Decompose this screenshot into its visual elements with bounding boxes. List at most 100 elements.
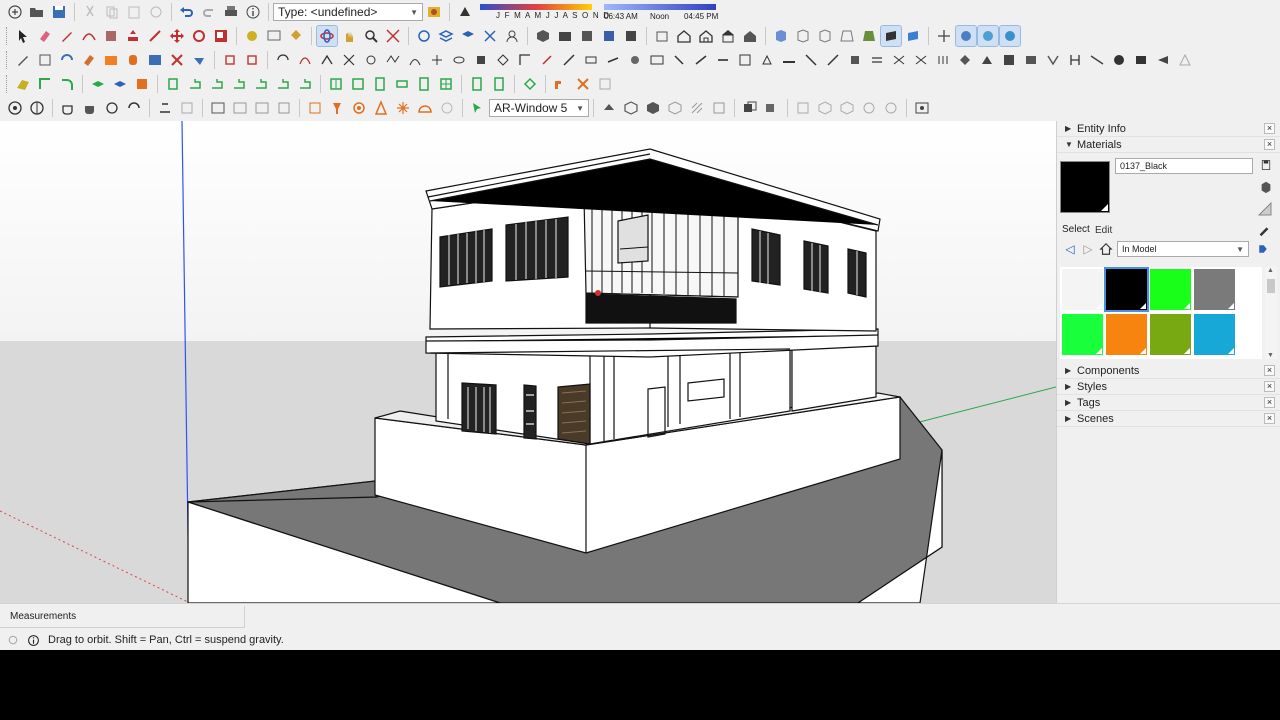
profile-2-icon[interactable] — [185, 74, 205, 94]
light-2-icon[interactable] — [230, 98, 250, 118]
material-swatch[interactable] — [1194, 314, 1235, 355]
rectangle-icon[interactable] — [101, 26, 121, 46]
paste-icon[interactable] — [124, 2, 144, 22]
pencil-icon[interactable] — [13, 50, 33, 70]
camera-2-icon[interactable] — [977, 25, 999, 47]
cube-2-icon[interactable] — [643, 98, 663, 118]
tool-a-icon[interactable] — [220, 50, 240, 70]
light-3-icon[interactable] — [252, 98, 272, 118]
asset-editor-icon[interactable] — [305, 98, 325, 118]
material-swatch[interactable] — [1150, 314, 1191, 355]
paint-bucket-icon[interactable] — [286, 26, 306, 46]
section-fill-icon[interactable] — [599, 98, 619, 118]
section-plane-icon[interactable] — [771, 26, 791, 46]
window-1-icon[interactable] — [326, 74, 346, 94]
entity-info-header[interactable]: ▶ Entity Info × — [1057, 121, 1280, 137]
box-icon[interactable] — [101, 50, 121, 70]
plugin-disabled-icon[interactable] — [595, 74, 615, 94]
dome-light-icon[interactable] — [415, 98, 435, 118]
window-6-icon[interactable] — [436, 74, 456, 94]
extension-28-icon[interactable] — [867, 50, 887, 70]
light-1-icon[interactable] — [208, 98, 228, 118]
extension-20-icon[interactable] — [691, 50, 711, 70]
grid-4-icon[interactable] — [859, 98, 879, 118]
extension-26-icon[interactable] — [823, 50, 843, 70]
model-viewport[interactable] — [0, 121, 1056, 603]
extension-27-icon[interactable] — [845, 50, 865, 70]
extension-7-icon[interactable] — [405, 50, 425, 70]
style-1-icon[interactable] — [815, 26, 835, 46]
material-swatch[interactable] — [1150, 269, 1191, 310]
offset-icon[interactable] — [145, 26, 165, 46]
grid-2-icon[interactable] — [815, 98, 835, 118]
hatch-icon[interactable] — [687, 98, 707, 118]
sample-paint-icon[interactable] — [1257, 223, 1271, 240]
right-view-icon[interactable] — [599, 26, 619, 46]
spot-light-icon[interactable] — [371, 98, 391, 118]
extension-35-icon[interactable] — [1021, 50, 1041, 70]
extension-30-icon[interactable] — [911, 50, 931, 70]
extension-13-icon[interactable] — [537, 50, 557, 70]
layer-green-icon[interactable] — [88, 74, 108, 94]
extension-3-icon[interactable] — [317, 50, 337, 70]
back-view-icon[interactable] — [621, 26, 641, 46]
fredo-corner-icon[interactable] — [35, 74, 55, 94]
layer-dropdown[interactable]: AR-Window 5 ▼ — [489, 99, 589, 117]
materials-header[interactable]: ▼ Materials × — [1057, 137, 1280, 153]
layers-icon[interactable] — [436, 26, 456, 46]
eraser-icon[interactable] — [35, 26, 55, 46]
move-icon[interactable] — [167, 26, 187, 46]
cylinder-icon[interactable] — [123, 50, 143, 70]
display-material-icon[interactable] — [1259, 158, 1273, 172]
grid-5-icon[interactable] — [881, 98, 901, 118]
material-swatch[interactable] — [1106, 314, 1147, 355]
extension-36-icon[interactable] — [1043, 50, 1063, 70]
round-corner-icon[interactable] — [57, 74, 77, 94]
push-pull-icon[interactable] — [123, 26, 143, 46]
extension-18-icon[interactable] — [647, 50, 667, 70]
profile-6-icon[interactable] — [273, 74, 293, 94]
frame-buffer-icon[interactable] — [155, 98, 175, 118]
profile-5-icon[interactable] — [251, 74, 271, 94]
extension-33-icon[interactable] — [977, 50, 997, 70]
section-cut-icon[interactable] — [793, 26, 813, 46]
sphere-light-icon[interactable] — [349, 98, 369, 118]
tools-icon[interactable] — [573, 74, 593, 94]
default-material-icon[interactable] — [1257, 201, 1273, 217]
layers-stack-icon[interactable] — [458, 26, 478, 46]
zoom-icon[interactable] — [361, 26, 381, 46]
scale-icon[interactable] — [211, 26, 231, 46]
style-3-icon[interactable] — [859, 26, 879, 46]
interactive-render-icon[interactable] — [124, 98, 144, 118]
xray-icon[interactable] — [652, 26, 672, 46]
extension-32-icon[interactable] — [955, 50, 975, 70]
extension-10-icon[interactable] — [471, 50, 491, 70]
arc-icon[interactable] — [79, 26, 99, 46]
camera-3-icon[interactable] — [999, 25, 1021, 47]
new-file-icon[interactable] — [5, 2, 25, 22]
scenes-header[interactable]: ▶ Scenes × — [1057, 411, 1280, 427]
extension-11-icon[interactable] — [493, 50, 513, 70]
layer-blue-icon[interactable] — [110, 74, 130, 94]
window-4-icon[interactable] — [392, 74, 412, 94]
model-info-icon[interactable] — [243, 2, 263, 22]
window-2-icon[interactable] — [348, 74, 368, 94]
cut-icon[interactable] — [80, 2, 100, 22]
stair-icon[interactable] — [520, 74, 540, 94]
extension-34-icon[interactable] — [999, 50, 1019, 70]
profile-7-icon[interactable] — [295, 74, 315, 94]
door-1-icon[interactable] — [467, 74, 487, 94]
extension-6-icon[interactable] — [383, 50, 403, 70]
extension-12-icon[interactable] — [515, 50, 535, 70]
top-view-icon[interactable] — [555, 26, 575, 46]
zoom-extents-icon[interactable] — [383, 26, 403, 46]
group-2-icon[interactable] — [762, 98, 782, 118]
style-2-icon[interactable] — [837, 26, 857, 46]
door-2-icon[interactable] — [489, 74, 509, 94]
extension-41-icon[interactable] — [1153, 50, 1173, 70]
omni-light-icon[interactable] — [393, 98, 413, 118]
close-icon[interactable]: × — [1264, 413, 1275, 424]
extension-15-icon[interactable] — [581, 50, 601, 70]
geo-location-icon[interactable] — [6, 633, 20, 647]
material-swatch-selected[interactable] — [1104, 267, 1149, 312]
